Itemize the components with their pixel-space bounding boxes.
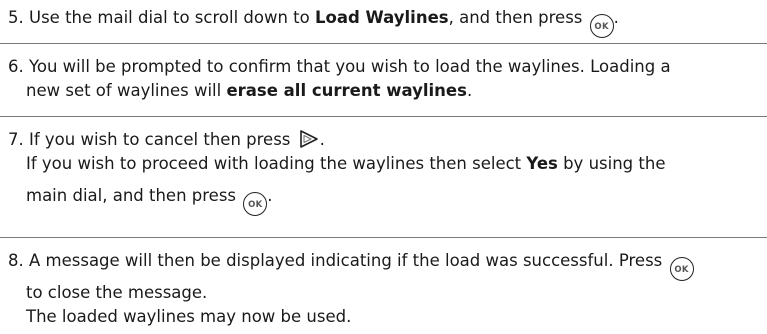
ok-button-icon: OK: [243, 192, 268, 216]
ok-button-icon: OK: [589, 14, 614, 38]
step-number: 7.: [8, 130, 24, 149]
step-number: 8.: [8, 251, 24, 270]
divider: [0, 237, 767, 238]
step-text: , and then press: [448, 8, 583, 27]
option-name: Yes: [526, 154, 558, 173]
ok-button-icon: OK: [669, 257, 694, 281]
step-text: to close the message.: [26, 283, 208, 302]
step-text: main dial, and then press: [26, 186, 237, 205]
step-number: 6.: [8, 57, 24, 76]
divider: [0, 116, 767, 117]
step-number: 5.: [8, 8, 24, 27]
step-7: 7. If you wish to cancel then press . If…: [8, 128, 767, 216]
step-text: You will be prompted to confirm that you…: [29, 57, 671, 76]
step-text: If you wish to proceed with loading the …: [26, 154, 527, 173]
right-arrow-button-icon: [298, 129, 320, 149]
divider: [0, 43, 767, 44]
step-text: A message will then be displayed indicat…: [29, 251, 663, 270]
warning-text: erase all current waylines: [226, 81, 467, 100]
step-text: If you wish to cancel then press: [29, 130, 291, 149]
menu-item-name: Load Waylines: [314, 8, 449, 27]
step-5: 5. Use the mail dial to scroll down to L…: [8, 6, 767, 38]
step-text: The loaded waylines may now be used.: [26, 307, 352, 326]
step-6: 6. You will be prompted to confirm that …: [8, 57, 671, 100]
step-text: Use the mail dial to scroll down to: [29, 8, 315, 27]
step-8: 8. A message will then be displayed indi…: [8, 249, 767, 329]
step-text: new set of waylines will: [26, 81, 227, 100]
